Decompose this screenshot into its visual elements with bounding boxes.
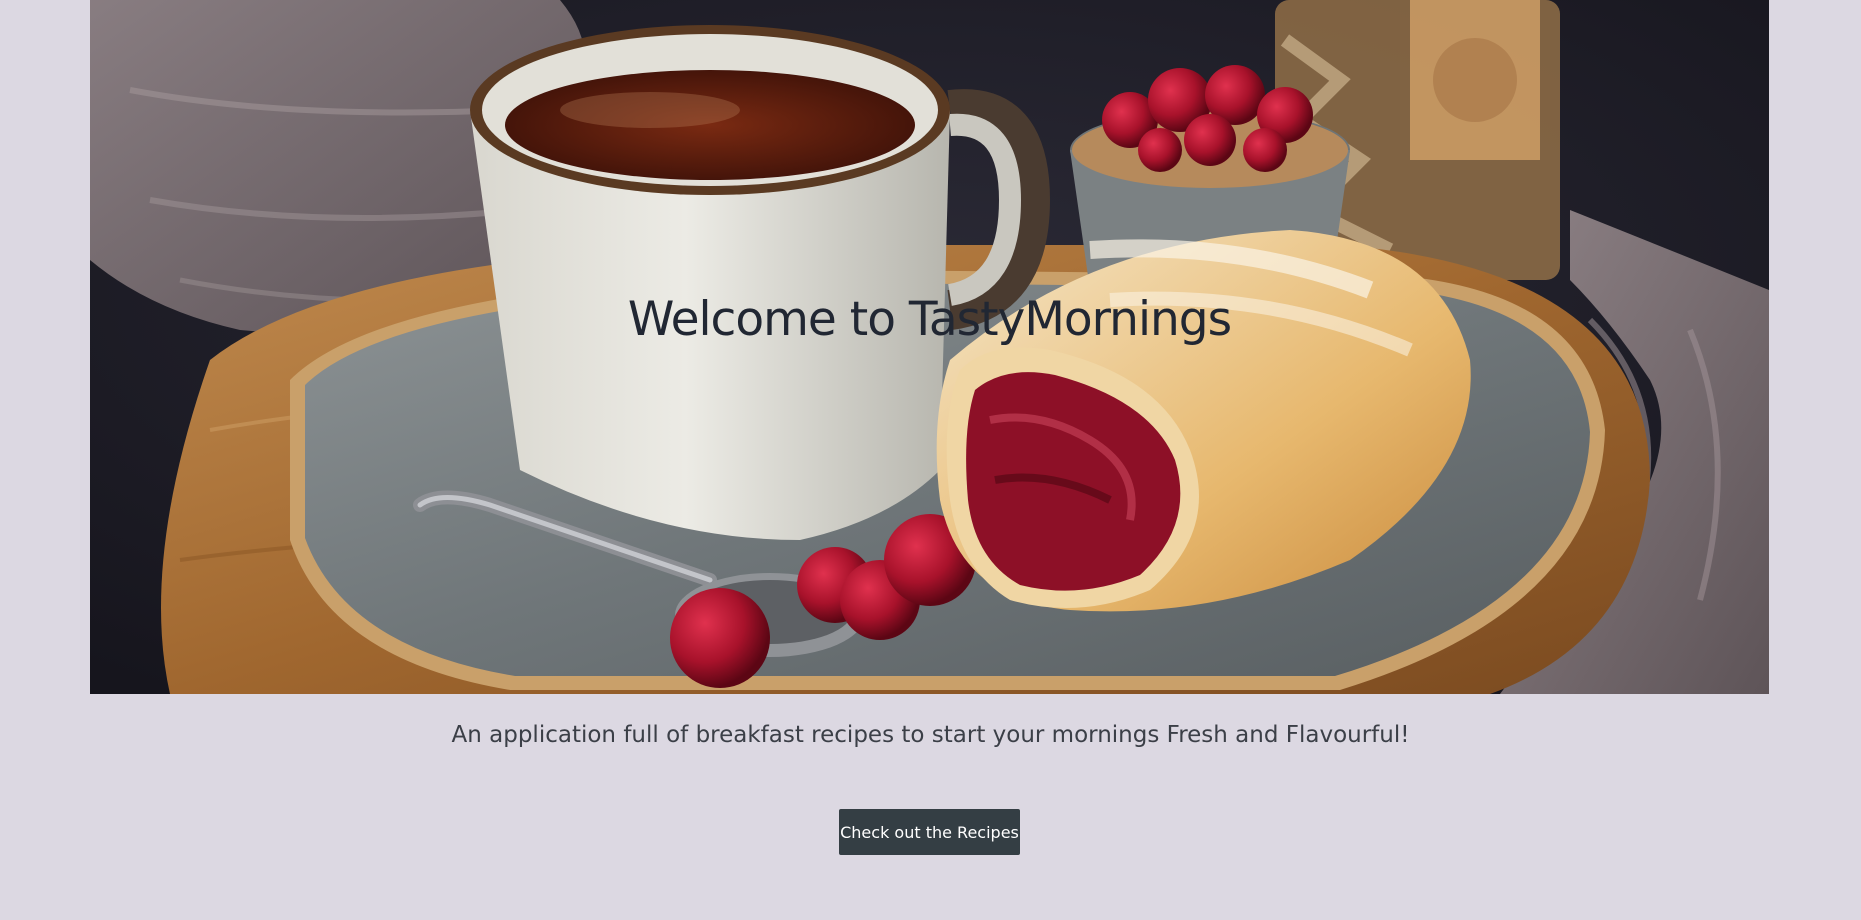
- hero-title: Welcome to TastyMornings: [627, 292, 1232, 347]
- hero-banner: Welcome to TastyMornings: [90, 0, 1769, 694]
- landing-page: Welcome to TastyMornings An application …: [0, 0, 1861, 920]
- tagline: An application full of breakfast recipes…: [451, 722, 1410, 748]
- check-out-recipes-button[interactable]: Check out the Recipes: [839, 809, 1020, 855]
- hero-image: [90, 0, 1769, 694]
